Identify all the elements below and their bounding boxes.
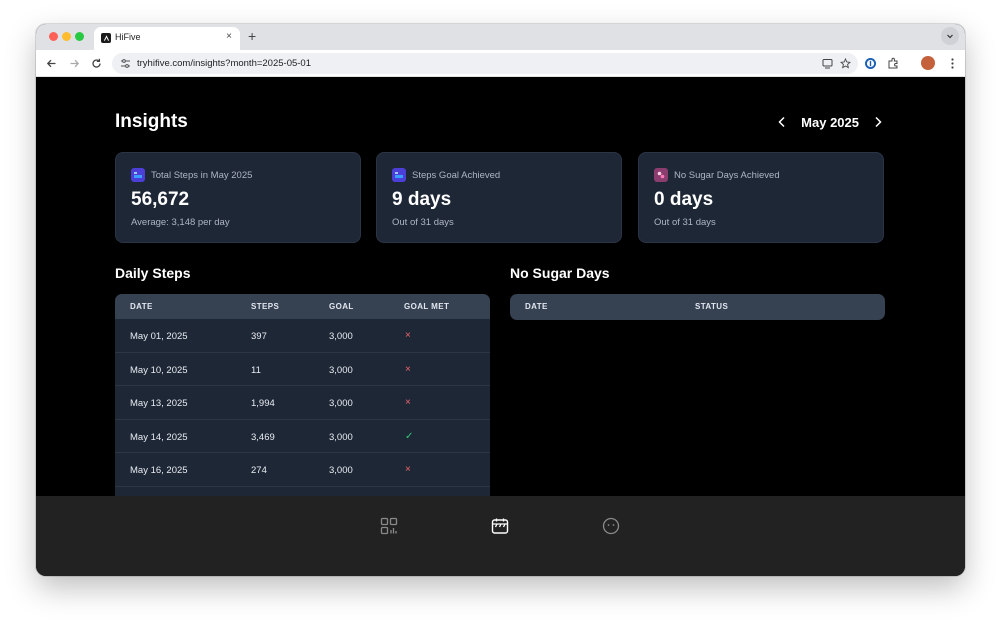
card-subtext: Out of 31 days <box>392 217 454 228</box>
next-month-button[interactable] <box>871 115 885 129</box>
steps-icon <box>131 168 145 182</box>
calendar-icon[interactable] <box>490 516 510 536</box>
steps-goal-card: Steps Goal Achieved 9 days Out of 31 day… <box>376 152 622 243</box>
row-steps: 397 <box>251 331 267 342</box>
tab-strip: HiFive × + <box>36 24 965 50</box>
table-row <box>115 487 490 497</box>
tab-close-icon[interactable]: × <box>226 31 232 43</box>
no-sugar-days-title: No Sugar Days <box>510 265 610 281</box>
browser-window: HiFive × + tryhifive.com/insights?month=… <box>36 24 965 576</box>
chevron-left-icon <box>778 116 785 128</box>
back-arrow-icon <box>46 59 55 67</box>
card-value: 56,672 <box>131 189 190 210</box>
total-steps-card: Total Steps in May 2025 56,672 Average: … <box>115 152 361 243</box>
card-subtext: Out of 31 days <box>654 217 716 228</box>
table-row: May 01, 2025 397 3,000 × <box>115 319 490 353</box>
row-goal: 3,000 <box>329 398 353 409</box>
row-goal: 3,000 <box>329 331 353 342</box>
goal-not-met-icon: × <box>405 464 411 475</box>
no-sugar-icon <box>654 168 668 182</box>
row-date: May 01, 2025 <box>130 331 188 342</box>
install-app-icon[interactable] <box>822 58 833 69</box>
row-steps: 1,994 <box>251 398 275 409</box>
goal-not-met-icon: × <box>405 363 411 375</box>
minimize-window-button[interactable] <box>62 32 71 41</box>
address-bar[interactable]: tryhifive.com/insights?month=2025-05-01 <box>112 53 858 74</box>
no-sugar-card: No Sugar Days Achieved 0 days Out of 31 … <box>638 152 884 243</box>
column-header-date: DATE <box>525 302 548 311</box>
page-title: Insights <box>115 111 188 132</box>
row-steps: 3,469 <box>251 431 275 443</box>
extensions-icon[interactable] <box>887 57 900 70</box>
card-value: 9 days <box>392 189 452 210</box>
daily-steps-title: Daily Steps <box>115 265 191 281</box>
browser-tab[interactable]: HiFive × <box>94 27 240 50</box>
daily-steps-table: DATE STEPS GOAL GOAL MET May 01, 2025 39… <box>115 294 490 496</box>
hifive-favicon-icon <box>101 33 111 43</box>
forward-button[interactable] <box>67 56 81 70</box>
previous-month-button[interactable] <box>775 115 789 129</box>
site-settings-icon[interactable] <box>120 58 131 69</box>
reload-icon <box>91 58 101 68</box>
column-header-date: DATE <box>130 302 153 311</box>
column-header-steps: STEPS <box>251 302 280 311</box>
row-goal: 3,000 <box>329 364 353 376</box>
profile-avatar[interactable] <box>921 56 935 70</box>
row-date: May 13, 2025 <box>130 398 188 409</box>
close-window-button[interactable] <box>49 32 58 41</box>
tab-title: HiFive <box>115 32 141 42</box>
column-header-goal: GOAL <box>329 302 354 311</box>
reload-button[interactable] <box>89 56 103 70</box>
row-date: May 10, 2025 <box>130 364 188 376</box>
row-steps: 274 <box>251 465 267 476</box>
card-value: 0 days <box>654 189 714 210</box>
url-text: tryhifive.com/insights?month=2025-05-01 <box>137 58 311 69</box>
new-tab-button[interactable]: + <box>248 28 256 44</box>
face-icon[interactable] <box>601 516 621 536</box>
card-label: No Sugar Days Achieved <box>674 170 780 181</box>
column-header-status: STATUS <box>695 302 729 311</box>
row-steps: 11 <box>251 364 261 376</box>
table-row: May 10, 2025 11 3,000 × <box>115 353 490 386</box>
goal-not-met-icon: × <box>405 397 411 408</box>
browser-toolbar: tryhifive.com/insights?month=2025-05-01 <box>36 50 965 77</box>
back-button[interactable] <box>44 56 58 70</box>
row-goal: 3,000 <box>329 465 353 476</box>
chevron-down-icon <box>947 34 953 39</box>
bookmark-star-icon[interactable] <box>840 58 851 69</box>
table-header: DATE STEPS GOAL GOAL MET <box>115 294 490 319</box>
no-sugar-days-table: DATE STATUS <box>510 294 885 320</box>
goal-met-check-icon: ✓ <box>405 430 414 442</box>
goal-not-met-icon: × <box>405 330 411 341</box>
password-manager-icon[interactable] <box>864 57 877 70</box>
column-header-goal-met: GOAL MET <box>404 302 450 311</box>
row-goal: 3,000 <box>329 431 353 443</box>
current-month: May 2025 <box>801 114 859 130</box>
maximize-window-button[interactable] <box>75 32 84 41</box>
chevron-right-icon <box>875 116 882 128</box>
insights-page: Insights May 2025 Total Steps in May 202… <box>36 78 965 496</box>
row-date: May 14, 2025 <box>130 431 188 443</box>
card-label: Steps Goal Achieved <box>412 170 501 181</box>
card-label: Total Steps in May 2025 <box>151 170 253 181</box>
row-date: May 16, 2025 <box>130 465 188 476</box>
dashboard-icon[interactable] <box>379 516 399 536</box>
month-navigator: May 2025 <box>775 112 885 132</box>
card-subtext: Average: 3,148 per day <box>131 217 230 228</box>
forward-arrow-icon <box>70 59 79 67</box>
tab-search-button[interactable] <box>941 27 959 45</box>
bottom-navigation <box>36 496 965 576</box>
table-row: May 14, 2025 3,469 3,000 ✓ <box>115 420 490 453</box>
table-row: May 13, 2025 1,994 3,000 × <box>115 386 490 420</box>
steps-goal-icon <box>392 168 406 182</box>
table-row: May 16, 2025 274 3,000 × <box>115 453 490 487</box>
browser-menu-icon[interactable] <box>946 57 959 70</box>
